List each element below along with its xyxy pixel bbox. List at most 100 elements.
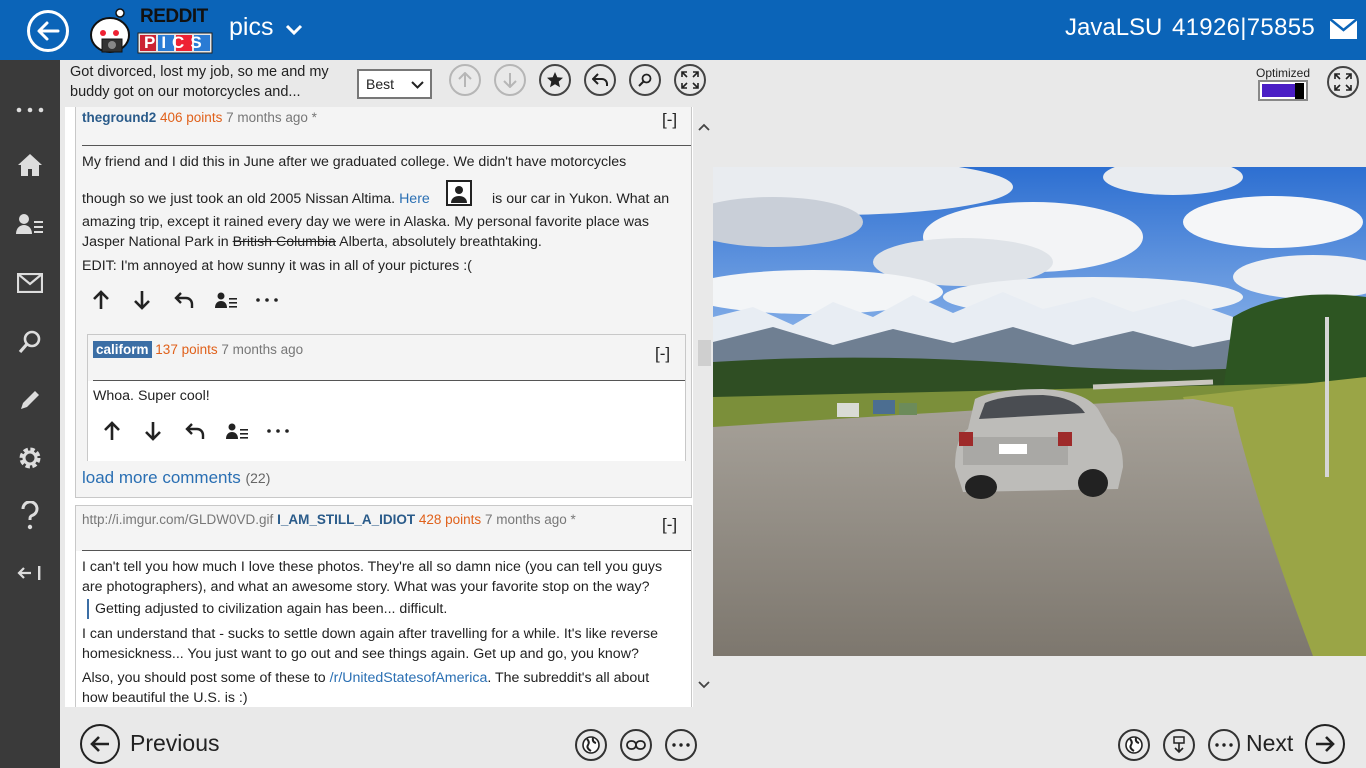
arrow-left-icon xyxy=(37,21,60,41)
nav-help[interactable] xyxy=(0,496,60,536)
fullscreen-image-button[interactable] xyxy=(1327,66,1359,98)
collapse-button[interactable]: [-] xyxy=(662,110,677,130)
reply-icon xyxy=(174,292,194,308)
help-icon xyxy=(21,501,39,530)
nav-more[interactable] xyxy=(0,90,60,130)
nav-settings[interactable] xyxy=(0,438,60,478)
reply-post-button[interactable] xyxy=(584,64,616,96)
comment-text: . The subreddit's all about xyxy=(487,670,650,686)
previous-button[interactable] xyxy=(80,724,120,764)
downvote-button[interactable] xyxy=(133,288,174,312)
star-icon xyxy=(547,72,563,88)
collapse-button[interactable]: [-] xyxy=(662,515,677,535)
search-icon xyxy=(638,73,652,87)
optimized-toggle[interactable] xyxy=(1258,80,1308,101)
user-list-icon xyxy=(16,214,43,234)
comment-meta: caliform 137 points 7 months ago xyxy=(93,341,303,358)
arrow-down-icon xyxy=(503,73,517,88)
comment-line: EDIT: I'm annoyed at how sunny it was in… xyxy=(82,258,472,274)
comment-text: Alberta, absolutely breathtaking. xyxy=(339,234,542,250)
nav-submit[interactable] xyxy=(0,380,60,420)
downvote-button[interactable] xyxy=(144,419,185,443)
load-more-label[interactable]: load more comments xyxy=(82,468,241,487)
subreddit-title[interactable]: pics xyxy=(229,13,273,42)
scroll-up-icon[interactable] xyxy=(698,122,710,132)
upvote-button[interactable] xyxy=(103,419,144,443)
comment-line: I can understand that - sucks to settle … xyxy=(82,626,659,642)
next-button[interactable] xyxy=(1305,724,1345,764)
arrow-down-icon xyxy=(145,422,161,441)
scroll-down-icon[interactable] xyxy=(698,680,710,690)
more-icon xyxy=(256,298,278,302)
fullscreen-comments-button[interactable] xyxy=(674,64,706,96)
comment-author[interactable]: I_AM_STILL_A_IDIOT xyxy=(277,512,415,527)
comment-line: Also, you should post some of these to /… xyxy=(82,668,692,688)
scrollbar-thumb[interactable] xyxy=(698,340,711,366)
more-icon xyxy=(672,743,690,747)
download-button[interactable] xyxy=(1163,729,1195,761)
comment-line: are photographers), and what an awesome … xyxy=(82,579,650,595)
user-list-icon xyxy=(215,292,237,308)
karma-count: 41926|75855 xyxy=(1172,14,1316,41)
image-preview-icon[interactable] xyxy=(446,180,472,206)
sort-select[interactable]: Best xyxy=(357,69,432,99)
upvote-post-button[interactable] xyxy=(449,64,481,96)
comment-text: is our car in Yukon. What an xyxy=(492,191,670,207)
reply-comment-card: caliform 137 points 7 months ago [-] Who… xyxy=(87,334,686,461)
more-image-options-button[interactable] xyxy=(1208,729,1240,761)
arrow-left-icon xyxy=(90,736,109,752)
comment-text: Jasper National Park in xyxy=(82,234,229,250)
favorite-post-button[interactable] xyxy=(539,64,571,96)
upvote-button[interactable] xyxy=(92,288,133,312)
user-info-button[interactable] xyxy=(226,419,267,443)
more-icon xyxy=(267,429,289,433)
chevron-down-icon[interactable] xyxy=(285,24,303,36)
nav-collapse[interactable] xyxy=(0,553,60,593)
comment-body-rest: amazing trip, except it rained every day… xyxy=(82,212,692,276)
load-more-comments[interactable]: load more comments (22) xyxy=(82,468,270,488)
comment-line: My friend and I did this in June after w… xyxy=(82,154,627,170)
mail-icon[interactable] xyxy=(1330,19,1357,39)
nav-subscriptions[interactable] xyxy=(0,204,60,244)
collapse-button[interactable]: [-] xyxy=(655,344,670,364)
comment-author[interactable]: caliform xyxy=(93,341,152,358)
post-image[interactable] xyxy=(713,167,1366,656)
open-browser-image-button[interactable] xyxy=(1118,729,1150,761)
downvote-post-button[interactable] xyxy=(494,64,526,96)
comment-more-button[interactable] xyxy=(267,419,308,443)
struck-text: British Columbia xyxy=(232,234,336,250)
nav-search[interactable] xyxy=(0,322,60,362)
logo-text-bottom: PICS xyxy=(144,33,208,52)
subreddit-link[interactable]: /r/UnitedStatesofAmerica xyxy=(330,670,488,686)
previous-label[interactable]: Previous xyxy=(130,730,219,757)
arrow-up-icon xyxy=(93,290,109,309)
username[interactable]: JavaLSU xyxy=(1065,14,1162,42)
nav-home[interactable] xyxy=(0,145,60,185)
comment-meta: theground2 406 points 7 months ago * xyxy=(82,110,317,125)
nav-messages[interactable] xyxy=(0,263,60,303)
reddit-pics-logo: REDDIT PICS xyxy=(88,5,214,55)
inline-link-here[interactable]: Here xyxy=(399,191,430,207)
comment-text: though so we just took an old 2005 Nissa… xyxy=(82,191,396,207)
comment-text: Also, you should post some of these to xyxy=(82,670,326,686)
more-options-button[interactable] xyxy=(665,729,697,761)
search-comments-button[interactable] xyxy=(629,64,661,96)
comment-author[interactable]: theground2 xyxy=(82,110,156,125)
comment-source-link[interactable]: http://i.imgur.com/GLDW0VD.gif xyxy=(82,512,273,527)
reply-button[interactable] xyxy=(185,419,226,443)
left-nav xyxy=(0,60,60,768)
comment-age: 7 months ago * xyxy=(226,110,317,125)
comment-card: theground2 406 points 7 months ago * [-]… xyxy=(75,107,692,498)
open-browser-button[interactable] xyxy=(575,729,607,761)
back-button[interactable] xyxy=(27,10,69,52)
comment-more-button[interactable] xyxy=(256,288,297,312)
edit-icon xyxy=(21,391,39,409)
reply-button[interactable] xyxy=(174,288,215,312)
link-icon xyxy=(626,740,646,750)
comment-points: 137 points xyxy=(155,342,218,357)
user-info-button[interactable] xyxy=(215,288,256,312)
mail-icon xyxy=(17,273,43,293)
comment-actions xyxy=(103,419,308,443)
copy-link-button[interactable] xyxy=(620,729,652,761)
next-label[interactable]: Next xyxy=(1246,730,1293,757)
